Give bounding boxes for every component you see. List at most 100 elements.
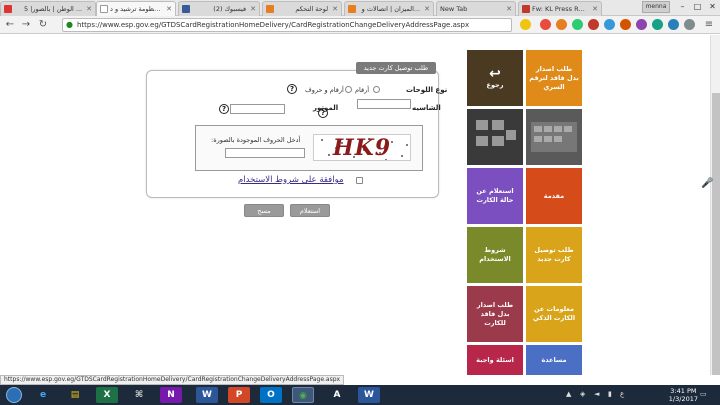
tab-6[interactable]: Fw: KL Press Relea ✕ (518, 1, 602, 16)
scrollbar-thumb[interactable] (712, 93, 720, 375)
submit-button[interactable]: استعلام (290, 204, 330, 217)
url-input[interactable]: ● https://www.esp.gov.eg/GTDSCardRegistr… (62, 18, 512, 32)
tab-favicon-icon (4, 5, 12, 13)
captcha-prompt: أدخل الحروف الموجودة بالصورة: (211, 136, 301, 144)
word-icon[interactable]: W (196, 387, 218, 403)
radio-numbers[interactable] (373, 86, 380, 93)
extension-icon[interactable] (684, 19, 695, 30)
chassis-label: الشاسيه (412, 104, 441, 112)
close-icon[interactable]: ✕ (248, 3, 256, 16)
taskbar: e ▤ X ⌘ N W P O ◉ A W ▲ ◈ ◄ ▮ ع 3:41 PM … (0, 385, 720, 405)
extension-icon[interactable] (636, 19, 647, 30)
address-bar-row: ← → ↻ ● https://www.esp.gov.eg/GTDSCardR… (0, 16, 720, 34)
back-button[interactable]: ← (3, 18, 17, 32)
bookmark-star-icon[interactable] (520, 19, 531, 30)
tile-card-status[interactable]: استعلام عن حالة الكارت (467, 168, 523, 224)
start-button[interactable] (6, 387, 22, 403)
extension-icon[interactable] (620, 19, 631, 30)
captcha-input[interactable] (225, 148, 305, 158)
status-bar-url: https://www.esp.gov.eg/GTDSCardRegistrat… (0, 375, 345, 385)
maximize-button[interactable]: □ (690, 0, 705, 14)
extension-icon[interactable] (604, 19, 615, 30)
extension-icon[interactable] (540, 19, 551, 30)
outlook-icon[interactable]: O (260, 387, 282, 403)
plate-type-label: نوع اللوحات (406, 86, 448, 94)
keyboard-image-icon (531, 122, 577, 152)
captcha-image: HK9 X4 (313, 134, 411, 161)
tile-new-card-delivery[interactable]: طلب توصيل كارت جديد (526, 227, 582, 283)
scrollbar[interactable] (710, 35, 720, 375)
agree-checkbox[interactable] (356, 177, 363, 184)
minimize-button[interactable]: – (675, 0, 690, 14)
tab-5[interactable]: New Tab ✕ (436, 1, 516, 16)
extension-icon[interactable] (588, 19, 599, 30)
tab-0[interactable]: الوطن | بالصور| 5 ... ✕ (0, 1, 96, 16)
extension-icon[interactable] (572, 19, 583, 30)
gmail-icon (522, 5, 530, 13)
explorer-icon[interactable]: ▤ (64, 387, 86, 403)
extension-icon[interactable] (556, 19, 567, 30)
onenote-icon[interactable]: N (160, 387, 182, 403)
volume-icon[interactable]: ◄ (594, 390, 599, 398)
reload-button[interactable]: ↻ (36, 18, 50, 32)
powerpoint-icon[interactable]: P (228, 387, 250, 403)
site-icon (266, 5, 274, 13)
excel-icon[interactable]: X (96, 387, 118, 403)
tile-terms[interactable]: شروط الاستخدام (467, 227, 523, 283)
clock[interactable]: 3:41 PM 1/3/2017 (669, 387, 698, 403)
tile-back[interactable]: ↩ رجوع (467, 50, 523, 106)
forward-button[interactable]: → (19, 18, 33, 32)
tile-intro[interactable]: مقدمة (526, 168, 582, 224)
tile-smart-card-info[interactable]: معلومات عن الكارت الذكي (526, 286, 582, 342)
tile-help[interactable]: مساعدة (526, 345, 582, 375)
menu-icon[interactable]: ≡ (702, 18, 716, 32)
tab-strip: الوطن | بالصور| 5 ... ✕ منظومة ترشيد و د… (0, 0, 720, 16)
close-icon[interactable]: ✕ (590, 3, 598, 16)
profile-button[interactable]: menna (642, 1, 670, 13)
radio-letters-numbers-label: أرقام و حروف (305, 86, 344, 94)
chassis-input[interactable] (357, 99, 411, 109)
tray-arrow-icon[interactable]: ▲ (566, 390, 571, 398)
close-icon[interactable]: ✕ (164, 3, 172, 16)
close-icon[interactable]: ✕ (330, 3, 338, 16)
ie-icon[interactable]: e (32, 387, 54, 403)
tab-4[interactable]: الميزان | اتصالات و... ✕ (344, 1, 434, 16)
captcha-text: HK9 X4 (332, 135, 392, 161)
back-arrow-icon: ↩ (489, 65, 501, 82)
motor-input[interactable] (230, 104, 285, 114)
keys-image-icon (476, 120, 516, 146)
radio-numbers-label: أرقام (355, 86, 370, 94)
facebook-icon (182, 5, 190, 13)
form-title: طلب توصيل كارت جديد (356, 62, 436, 74)
page-icon (100, 5, 108, 13)
close-icon[interactable]: ✕ (84, 3, 92, 16)
microphone-icon[interactable]: 🎤 (701, 178, 713, 192)
battery-icon[interactable]: ▮ (608, 390, 612, 398)
keyboard-language[interactable]: ع (620, 390, 624, 398)
tile-image-keys (467, 109, 523, 165)
word-icon[interactable]: W (358, 387, 380, 403)
tab-3[interactable]: لوحة التحكم ✕ (262, 1, 342, 16)
close-icon[interactable]: ✕ (422, 3, 430, 16)
help-icon[interactable]: ? (287, 84, 297, 94)
close-window-button[interactable]: ✕ (705, 0, 720, 14)
tile-faq[interactable]: اسئلة واجبة (467, 345, 523, 375)
tile-image-keyboard (526, 109, 582, 165)
tab-2[interactable]: (2) فيسبوك ✕ (178, 1, 260, 16)
close-icon[interactable]: ✕ (504, 3, 512, 16)
app-icon[interactable]: A (326, 387, 348, 403)
extension-icon[interactable] (668, 19, 679, 30)
clear-button[interactable]: مسح (244, 204, 284, 217)
chrome-icon[interactable]: ◉ (292, 387, 314, 403)
tile-lost-pin[interactable]: طلب اصدار بدل فاقد لترقم السري (526, 50, 582, 106)
motor-label: الموتور (313, 104, 339, 112)
tab-1[interactable]: منظومة ترشيد و د... ✕ (96, 1, 176, 16)
radio-letters-numbers[interactable] (345, 86, 352, 93)
help-icon[interactable]: ? (219, 104, 229, 114)
network-icon[interactable]: ◈ (580, 390, 585, 398)
app-icon[interactable]: ⌘ (128, 387, 150, 403)
notification-icon[interactable]: ▭ (700, 390, 707, 398)
extension-icon[interactable] (652, 19, 663, 30)
agree-terms-link[interactable]: موافقة على شروط الاستخدام (238, 175, 344, 185)
tile-lost-card[interactable]: طلب اصدار بدل فاقد للكارت (467, 286, 523, 342)
